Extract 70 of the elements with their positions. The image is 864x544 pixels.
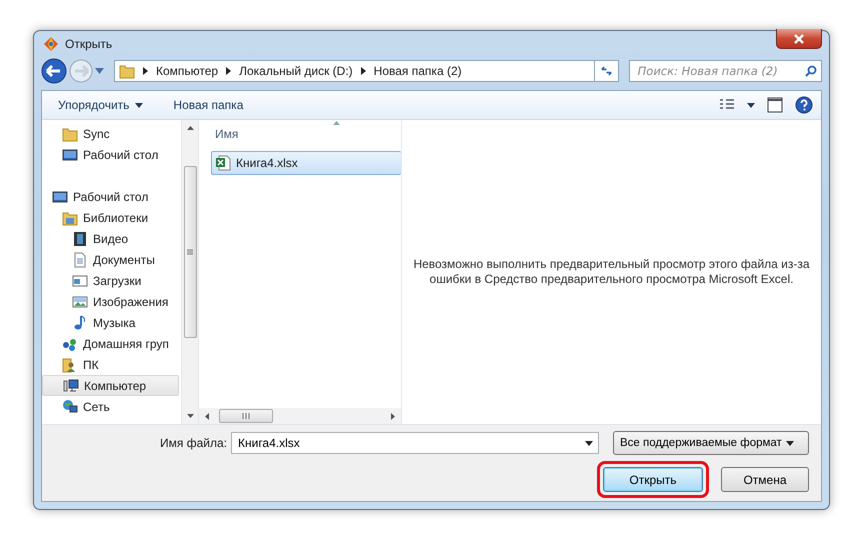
folder-icon bbox=[62, 126, 78, 142]
sidebar-item[interactable]: Sync bbox=[42, 123, 179, 144]
chevron-icon bbox=[143, 66, 148, 75]
address-bar[interactable]: Компьютер Локальный диск (D:) Новая папка (2) bbox=[114, 60, 595, 82]
refresh-icon bbox=[600, 64, 612, 77]
sidebar-item[interactable]: Домашняя груп bbox=[42, 333, 179, 354]
close-button[interactable] bbox=[776, 29, 822, 50]
image-icon bbox=[72, 294, 88, 310]
sidebar-item[interactable]: Видео bbox=[42, 228, 179, 249]
search-field[interactable]: Поиск: Новая папка (2) bbox=[628, 60, 822, 82]
sidebar-item[interactable]: Загрузки bbox=[42, 270, 179, 291]
file-type-dropdown[interactable]: Все поддерживаемые формат bbox=[613, 431, 809, 455]
dialog-button[interactable]: Отмена bbox=[721, 467, 809, 492]
library-icon bbox=[62, 210, 78, 226]
scroll-right-arrow[interactable] bbox=[391, 412, 395, 420]
window-icon bbox=[72, 272, 88, 288]
view-list-icon[interactable] bbox=[719, 98, 735, 112]
sidebar-item[interactable]: ПК bbox=[42, 354, 179, 375]
window-title: Открыть bbox=[65, 37, 112, 52]
help-icon[interactable] bbox=[795, 96, 813, 114]
sidebar-item[interactable]: Рабочий стол bbox=[42, 186, 179, 207]
scroll-down-arrow[interactable] bbox=[186, 414, 194, 418]
user-folder-icon bbox=[62, 356, 78, 372]
sidebar-item[interactable]: Сеть bbox=[42, 396, 179, 417]
new-folder-button[interactable]: Новая папка bbox=[173, 96, 244, 114]
breadcrumb[interactable]: Локальный диск (D:) bbox=[239, 64, 353, 78]
sidebar-item[interactable]: Документы bbox=[42, 249, 179, 270]
chevron-icon bbox=[360, 66, 366, 75]
column-header[interactable]: Имя bbox=[199, 120, 401, 148]
desktop-icon bbox=[52, 188, 68, 204]
breadcrumb[interactable]: Новая папка (2) bbox=[374, 64, 462, 78]
chevron-icon bbox=[226, 66, 232, 75]
grip-icon bbox=[187, 249, 193, 255]
app-icon bbox=[43, 36, 59, 52]
sidebar-item[interactable]: Компьютер bbox=[42, 375, 179, 396]
organize-menu[interactable]: Упорядочить bbox=[58, 96, 144, 114]
grip-icon bbox=[242, 413, 250, 419]
scrollbar[interactable] bbox=[199, 408, 401, 424]
caret-icon[interactable] bbox=[585, 441, 593, 446]
document-icon bbox=[72, 252, 88, 268]
scroll-up-arrow[interactable] bbox=[186, 126, 194, 130]
preview-message: Невозможно выполнить предварительный просмотр этого файла из-за ошибки в Средство предварительного просмотра Microsoft Excel. bbox=[412, 257, 811, 287]
breadcrumb[interactable]: Компьютер bbox=[156, 64, 218, 78]
caret-icon[interactable] bbox=[747, 102, 755, 108]
sidebar-item[interactable]: Изображения bbox=[42, 291, 179, 312]
sidebar-item[interactable]: Музыка bbox=[42, 312, 179, 333]
scrollbar[interactable] bbox=[181, 120, 198, 424]
sidebar-item[interactable]: Библиотеки bbox=[42, 207, 179, 228]
filename-label: Имя файла: bbox=[160, 436, 227, 450]
search-icon bbox=[805, 64, 817, 77]
refresh-button[interactable] bbox=[594, 60, 619, 82]
history-dropdown[interactable] bbox=[95, 68, 104, 74]
network-icon bbox=[62, 398, 78, 414]
caret-icon bbox=[786, 440, 794, 446]
spreadsheet-icon bbox=[215, 155, 231, 171]
sort-arrow-icon bbox=[333, 121, 340, 125]
filename-field[interactable]: Книга4.xlsx bbox=[231, 432, 599, 454]
film-icon bbox=[72, 230, 88, 246]
caret-icon bbox=[135, 102, 144, 108]
file-item[interactable]: Книга4.xlsx bbox=[211, 151, 401, 175]
computer-icon bbox=[63, 378, 79, 394]
preview-pane-icon[interactable] bbox=[767, 97, 783, 113]
desktop-icon bbox=[62, 146, 78, 162]
dialog-button[interactable]: Открыть bbox=[603, 467, 703, 492]
scroll-left-arrow[interactable] bbox=[205, 412, 209, 420]
folder-icon bbox=[119, 62, 135, 79]
sidebar-item[interactable]: Рабочий стол bbox=[42, 144, 179, 165]
music-note-icon bbox=[72, 314, 88, 330]
close-icon bbox=[792, 34, 806, 44]
back-button[interactable] bbox=[41, 58, 67, 84]
